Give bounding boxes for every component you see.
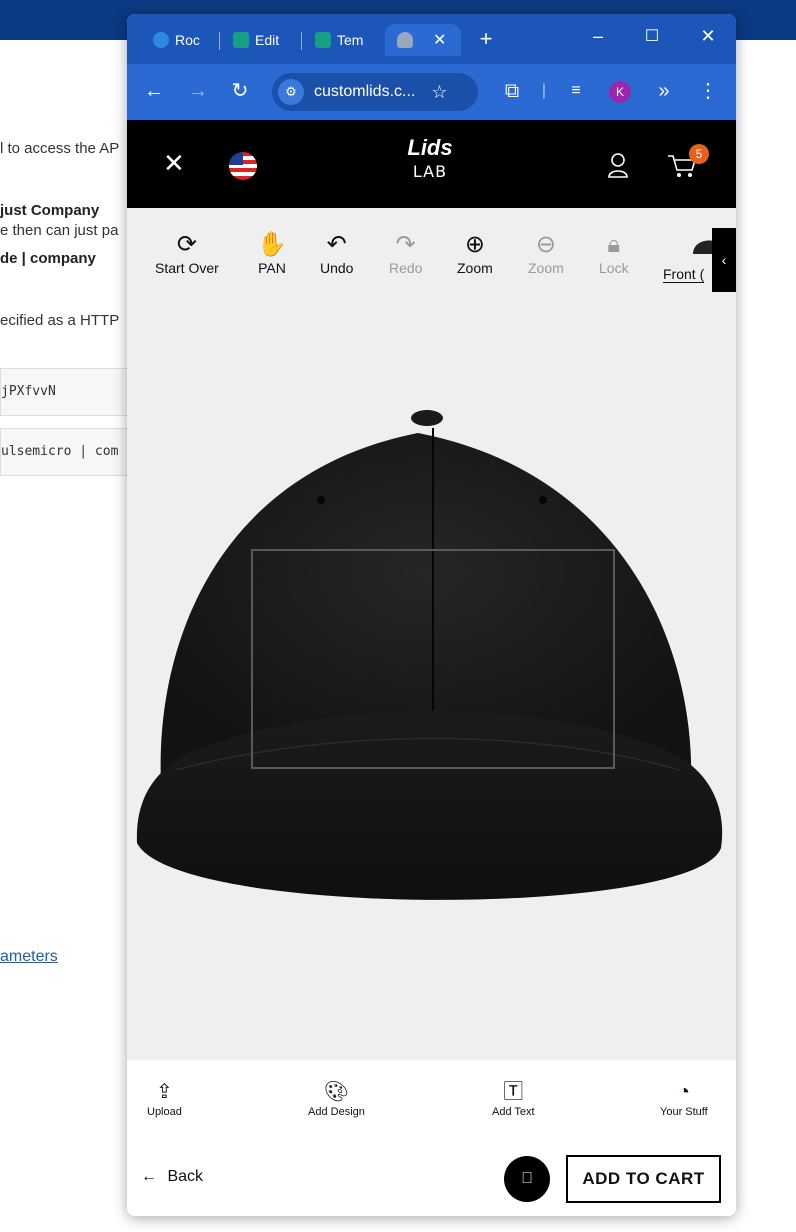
browser-tab[interactable]: Edit xyxy=(233,24,279,56)
site-header: ✕ Lids LAB 5 xyxy=(127,120,736,208)
maximize-icon[interactable]: ☐ xyxy=(637,26,667,46)
design-editor: ⟳ Start Over ✋ PAN ↶ Undo ↷ Redo ⊕ Zoom … xyxy=(127,208,736,1060)
tool-label: Zoom xyxy=(528,260,564,276)
collapse-panel-chevron-icon[interactable]: ‹ xyxy=(712,228,736,292)
palette-icon: 🎨︎ xyxy=(323,1081,350,1103)
tab-favicon-icon xyxy=(315,32,331,48)
tab-label: Edit xyxy=(255,32,280,48)
add-design-button[interactable]: 🎨︎ Add Design xyxy=(308,1078,365,1118)
add-text-button[interactable]: 🅃 Add Text xyxy=(492,1078,535,1118)
logo-text: Lids xyxy=(407,135,453,160)
zoom-out-icon: ⊖ xyxy=(535,231,556,258)
new-tab-icon[interactable]: + xyxy=(471,26,501,52)
tool-label: Upload xyxy=(147,1106,182,1118)
zoom-in-button[interactable]: ⊕ Zoom xyxy=(457,230,493,276)
background-link[interactable]: ameters xyxy=(0,948,58,966)
reload-icon[interactable]: ↻ xyxy=(227,78,253,104)
footer-bar: ← Back ⎕ ADD TO CART xyxy=(127,1144,736,1216)
tool-label: Your Stuff xyxy=(660,1106,708,1118)
add-to-cart-button[interactable]: ADD TO CART xyxy=(566,1155,721,1203)
extensions-icon[interactable]: ⧉ xyxy=(499,78,525,104)
browser-window: Roc Edit Tem ✕ + – ☐ ✕ ← → ↻ ⚙ customlid… xyxy=(127,14,736,1216)
browser-tab[interactable]: Tem xyxy=(315,24,363,56)
tab-separator xyxy=(219,32,220,50)
your-stuff-button[interactable]: ◔ Your Stuff xyxy=(660,1078,708,1118)
background-text: de | company xyxy=(0,250,96,267)
tab-label: Tem xyxy=(337,32,364,48)
back-button[interactable]: ← Back xyxy=(141,1168,203,1186)
undo-button[interactable]: ↶ Undo xyxy=(320,230,353,276)
browser-toolbar: ← → ↻ ⚙ customlids.c... ☆ ⧉ | ≡ K » ⋮ xyxy=(127,64,736,120)
back-arrow-icon: ← xyxy=(141,1168,157,1185)
zoom-in-icon: ⊕ xyxy=(464,231,485,258)
tool-label: Redo xyxy=(389,260,423,276)
us-flag-icon[interactable] xyxy=(229,152,257,180)
close-window-icon[interactable]: ✕ xyxy=(693,26,723,47)
pan-button[interactable]: ✋ PAN xyxy=(257,230,287,276)
background-code-box: ulsemicro | com xyxy=(0,428,142,476)
more-extensions-icon[interactable]: » xyxy=(651,78,677,104)
minimize-icon[interactable]: – xyxy=(583,26,613,47)
lock-icon: 🔒︎ xyxy=(607,231,621,258)
history-icon: ◔ xyxy=(677,1081,690,1103)
logo-text: LAB xyxy=(412,162,448,181)
browser-tab[interactable]: Roc xyxy=(153,24,200,56)
bookmark-star-icon[interactable]: ☆ xyxy=(431,82,447,103)
tab-label: Roc xyxy=(175,32,200,48)
site-settings-icon[interactable]: ⚙ xyxy=(278,79,304,105)
tool-label: Start Over xyxy=(155,260,219,276)
toolbar-divider: | xyxy=(541,82,547,99)
back-arrow-icon[interactable]: ← xyxy=(141,78,167,104)
view-label: Front ( xyxy=(663,266,705,283)
tool-label: Lock xyxy=(599,260,629,276)
background-text: e then can just pa xyxy=(0,222,119,239)
tool-label: Add Text xyxy=(492,1106,535,1118)
tab-bar: Roc Edit Tem ✕ + – ☐ ✕ xyxy=(127,14,736,64)
tool-label: Undo xyxy=(320,260,354,276)
background-text: l to access the AP xyxy=(0,140,120,157)
tab-close-icon[interactable]: ✕ xyxy=(433,30,446,50)
tool-label: Zoom xyxy=(457,260,493,276)
upload-button[interactable]: ⇪ Upload xyxy=(147,1078,182,1118)
save-bookmark-button[interactable]: ⎕ xyxy=(504,1156,550,1202)
lock-button[interactable]: 🔒︎ Lock xyxy=(599,230,629,276)
address-bar[interactable]: ⚙ customlids.c... ☆ xyxy=(272,73,478,111)
cart-count-badge: 5 xyxy=(689,144,709,164)
profile-avatar[interactable]: K xyxy=(609,81,631,103)
tab-favicon-icon xyxy=(153,32,169,48)
browser-tab-active[interactable]: ✕ xyxy=(385,24,461,56)
refresh-icon: ⟳ xyxy=(176,231,197,258)
background-text: just Company xyxy=(0,202,100,219)
background-text: ecified as a HTTP xyxy=(0,312,120,329)
undo-icon: ↶ xyxy=(326,231,347,258)
menu-dots-icon[interactable]: ⋮ xyxy=(695,78,721,104)
tool-label: PAN xyxy=(258,260,286,276)
bookmark-icon: ⎕ xyxy=(522,1170,532,1187)
tool-label: Add Design xyxy=(308,1106,365,1118)
url-text: customlids.c... xyxy=(314,83,416,100)
tab-separator xyxy=(301,32,302,50)
media-icon[interactable]: ≡ xyxy=(563,78,589,104)
zoom-out-button[interactable]: ⊖ Zoom xyxy=(528,230,564,276)
hand-icon: ✋ xyxy=(257,231,287,258)
back-label: Back xyxy=(167,1168,204,1185)
lids-lab-logo[interactable]: Lids LAB xyxy=(397,136,463,192)
upload-icon: ⇪ xyxy=(156,1081,173,1103)
print-area-outline[interactable] xyxy=(251,549,615,769)
close-icon[interactable]: ✕ xyxy=(163,148,185,179)
redo-icon: ↷ xyxy=(395,231,416,258)
user-icon[interactable] xyxy=(607,152,629,178)
redo-button[interactable]: ↷ Redo xyxy=(389,230,422,276)
design-tools-bar: ⇪ Upload 🎨︎ Add Design 🅃 Add Text ◔ Your… xyxy=(127,1060,736,1145)
start-over-button[interactable]: ⟳ Start Over xyxy=(155,230,219,276)
cap-favicon-icon xyxy=(397,32,413,48)
background-code-box: jPXfvvN xyxy=(0,368,142,416)
tab-favicon-icon xyxy=(233,32,249,48)
forward-arrow-icon[interactable]: → xyxy=(185,78,211,104)
text-icon: 🅃 xyxy=(503,1081,524,1103)
